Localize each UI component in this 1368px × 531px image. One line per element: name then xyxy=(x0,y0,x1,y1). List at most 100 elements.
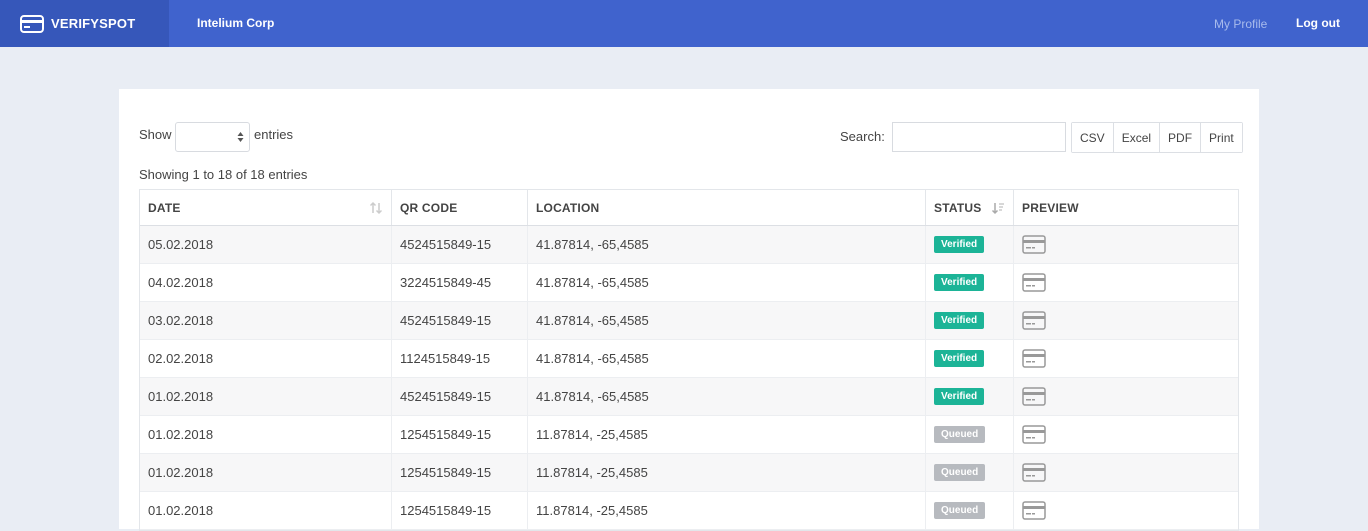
date-value: 02.02.2018 xyxy=(148,351,214,366)
table-row[interactable]: 05.02.2018 4524515849-15 41.87814, -65,458… xyxy=(140,226,1238,264)
column-label: QR CODE xyxy=(400,200,458,215)
search-label: Search: xyxy=(840,129,885,144)
export-button-group: CSV Excel PDF Print xyxy=(1071,122,1243,153)
table-row[interactable]: 01.02.2018 1254515849-15 11.87814, -25,458… xyxy=(140,416,1238,454)
qr-code-cell: 3224515849-45 xyxy=(392,264,528,301)
status-badge: Queued xyxy=(934,426,986,443)
qr-code-cell: 4524515849-15 xyxy=(392,378,528,415)
card-preview-icon[interactable] xyxy=(1022,425,1046,444)
search-input[interactable] xyxy=(892,122,1066,152)
card-preview-icon[interactable] xyxy=(1022,349,1046,368)
table-row[interactable]: 01.02.2018 1254515849-15 11.87814, -25,458… xyxy=(140,454,1238,492)
location-cell: 41.87814, -65,4585 xyxy=(528,378,926,415)
table-row[interactable]: 04.02.2018 3224515849-45 41.87814, -65,458… xyxy=(140,264,1238,302)
preview-cell xyxy=(1014,416,1238,453)
status-badge: Verified xyxy=(934,274,985,291)
location-value: 41.87814, -65,4585 xyxy=(536,237,649,252)
table-info: Showing 1 to 18 of 18 entries xyxy=(139,167,308,182)
table-row[interactable]: 02.02.2018 1124515849-15 41.87814, -65,458… xyxy=(140,340,1238,378)
qr-code-value: 4524515849-15 xyxy=(400,237,492,252)
date-cell: 02.02.2018 xyxy=(140,340,392,377)
status-cell: Verified xyxy=(926,378,1014,415)
status-badge: Verified xyxy=(934,350,985,367)
column-header-preview: PREVIEW xyxy=(1014,190,1238,225)
date-value: 01.02.2018 xyxy=(148,389,214,404)
sort-icon xyxy=(369,201,383,215)
location-cell: 41.87814, -65,4585 xyxy=(528,226,926,263)
column-header-qr-code[interactable]: QR CODE xyxy=(392,190,528,225)
card-preview-icon[interactable] xyxy=(1022,273,1046,292)
credit-card-icon xyxy=(20,14,44,33)
card-preview-icon[interactable] xyxy=(1022,463,1046,482)
csv-button[interactable]: CSV xyxy=(1072,123,1114,152)
table-row[interactable]: 01.02.2018 1254515849-15 11.87814, -25,458… xyxy=(140,492,1238,530)
qr-code-value: 1254515849-15 xyxy=(400,465,492,480)
organization-name: Intelium Corp xyxy=(197,16,275,30)
qr-code-value: 3224515849-45 xyxy=(400,275,492,290)
location-value: 41.87814, -65,4585 xyxy=(536,275,649,290)
qr-code-cell: 1254515849-15 xyxy=(392,454,528,491)
date-cell: 01.02.2018 xyxy=(140,378,392,415)
sort-desc-icon xyxy=(991,203,1004,215)
brand-name: VERIFYSPOT xyxy=(51,16,136,31)
location-value: 11.87814, -25,4585 xyxy=(536,427,648,442)
status-cell: Verified xyxy=(926,264,1014,301)
preview-cell xyxy=(1014,226,1238,263)
card-preview-icon[interactable] xyxy=(1022,235,1046,254)
date-value: 05.02.2018 xyxy=(148,237,214,252)
status-cell: Verified xyxy=(926,226,1014,263)
preview-cell xyxy=(1014,302,1238,339)
location-value: 41.87814, -65,4585 xyxy=(536,351,649,366)
qr-code-cell: 1124515849-15 xyxy=(392,340,528,377)
location-cell: 41.87814, -65,4585 xyxy=(528,302,926,339)
column-label: STATUS xyxy=(934,200,982,215)
table-row[interactable]: 03.02.2018 4524515849-15 41.87814, -65,458… xyxy=(140,302,1238,340)
table-header: DATE QR CODE LOCATION STATUS PREVIEW xyxy=(140,190,1238,226)
column-label: DATE xyxy=(148,200,181,215)
qr-code-cell: 1254515849-15 xyxy=(392,416,528,453)
my-profile-link[interactable]: My Profile xyxy=(1214,17,1267,31)
location-cell: 41.87814, -65,4585 xyxy=(528,264,926,301)
status-badge: Queued xyxy=(934,464,986,481)
date-cell: 05.02.2018 xyxy=(140,226,392,263)
location-cell: 11.87814, -25,4585 xyxy=(528,416,926,453)
table-row[interactable]: 01.02.2018 4524515849-15 41.87814, -65,458… xyxy=(140,378,1238,416)
table-body: 05.02.2018 4524515849-15 41.87814, -65,458… xyxy=(140,226,1238,530)
entries-table: DATE QR CODE LOCATION STATUS PREVIEW 05.… xyxy=(139,189,1239,531)
location-value: 41.87814, -65,4585 xyxy=(536,313,649,328)
pdf-button[interactable]: PDF xyxy=(1160,123,1202,152)
date-value: 01.02.2018 xyxy=(148,427,214,442)
column-header-status[interactable]: STATUS xyxy=(926,190,1014,225)
qr-code-value: 4524515849-15 xyxy=(400,389,492,404)
column-label: LOCATION xyxy=(536,200,600,215)
brand-logo[interactable]: VERIFYSPOT xyxy=(0,0,169,47)
date-cell: 01.02.2018 xyxy=(140,454,392,491)
location-cell: 11.87814, -25,4585 xyxy=(528,454,926,491)
column-header-date[interactable]: DATE xyxy=(140,190,392,225)
date-cell: 01.02.2018 xyxy=(140,416,392,453)
date-cell: 03.02.2018 xyxy=(140,302,392,339)
qr-code-value: 4524515849-15 xyxy=(400,313,492,328)
location-value: 11.87814, -25,4585 xyxy=(536,465,648,480)
column-label: PREVIEW xyxy=(1022,200,1079,215)
card-preview-icon[interactable] xyxy=(1022,387,1046,406)
date-value: 03.02.2018 xyxy=(148,313,214,328)
logout-link[interactable]: Log out xyxy=(1296,16,1340,30)
print-button[interactable]: Print xyxy=(1201,123,1242,152)
qr-code-value: 1124515849-15 xyxy=(400,351,491,366)
entries-per-page-select[interactable] xyxy=(175,122,250,152)
location-cell: 41.87814, -65,4585 xyxy=(528,340,926,377)
date-value: 01.02.2018 xyxy=(148,465,214,480)
location-value: 41.87814, -65,4585 xyxy=(536,389,649,404)
column-header-location[interactable]: LOCATION xyxy=(528,190,926,225)
preview-cell xyxy=(1014,340,1238,377)
preview-cell xyxy=(1014,454,1238,491)
excel-button[interactable]: Excel xyxy=(1113,123,1161,152)
status-cell: Verified xyxy=(926,302,1014,339)
top-navbar: VERIFYSPOT Intelium Corp My Profile Log … xyxy=(0,0,1368,47)
status-badge: Verified xyxy=(934,312,985,329)
date-cell: 04.02.2018 xyxy=(140,264,392,301)
status-cell: Queued xyxy=(926,416,1014,453)
card-preview-icon[interactable] xyxy=(1022,311,1046,330)
qr-code-cell: 4524515849-15 xyxy=(392,226,528,263)
